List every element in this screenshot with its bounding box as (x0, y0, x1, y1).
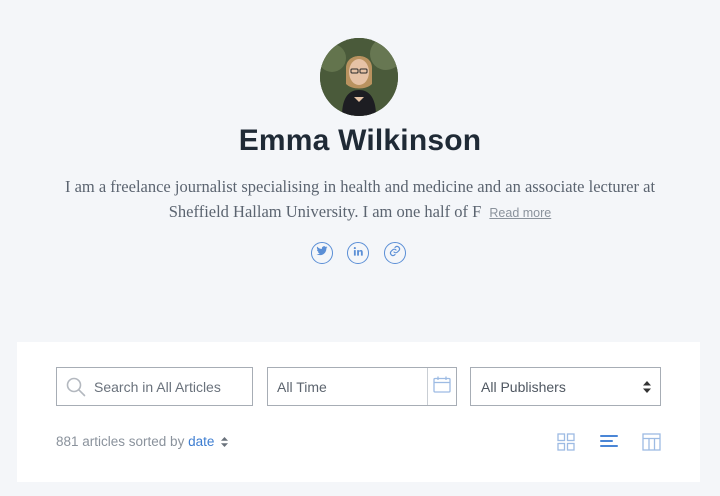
twitter-icon (316, 244, 328, 262)
time-filter-value: All Time (277, 379, 327, 395)
profile-name: Emma Wilkinson (238, 124, 482, 157)
sort-value: date (188, 434, 215, 449)
table-view-button[interactable] (642, 433, 661, 456)
grid-view-button[interactable] (557, 433, 575, 456)
list-view-button[interactable] (600, 434, 618, 455)
list-icon (600, 435, 618, 454)
view-switcher (557, 433, 662, 453)
publishers-select[interactable]: All Publishers (470, 367, 661, 406)
linkedin-link[interactable] (347, 242, 369, 264)
publishers-select-value: All Publishers (481, 379, 566, 395)
avatar (320, 38, 398, 116)
bio-text: I am a freelance journalist specialising… (64, 177, 656, 221)
profile-bio: I am a freelance journalist specialising… (60, 174, 660, 226)
table-icon (642, 433, 661, 455)
linkedin-icon (353, 244, 364, 262)
link-icon (389, 244, 401, 262)
select-arrows-icon (643, 380, 651, 398)
sort-toggle[interactable]: date (188, 434, 229, 450)
twitter-link[interactable] (311, 242, 333, 264)
sort-arrows-icon (221, 435, 229, 450)
calendar-icon (433, 376, 451, 398)
article-count: 881 articles sorted by date (56, 434, 229, 450)
search-input[interactable] (94, 368, 244, 405)
search-icon (66, 377, 86, 402)
social-links (311, 242, 411, 266)
grid-icon (557, 433, 575, 455)
read-more-link[interactable]: Read more (489, 206, 551, 220)
articles-panel: All Time All Publishers 881 articles sor… (17, 342, 700, 482)
website-link[interactable] (384, 242, 406, 264)
search-box[interactable] (56, 367, 253, 406)
calendar-button[interactable] (427, 368, 456, 405)
time-filter[interactable]: All Time (267, 367, 457, 406)
article-count-text: 881 articles sorted by (56, 434, 185, 449)
